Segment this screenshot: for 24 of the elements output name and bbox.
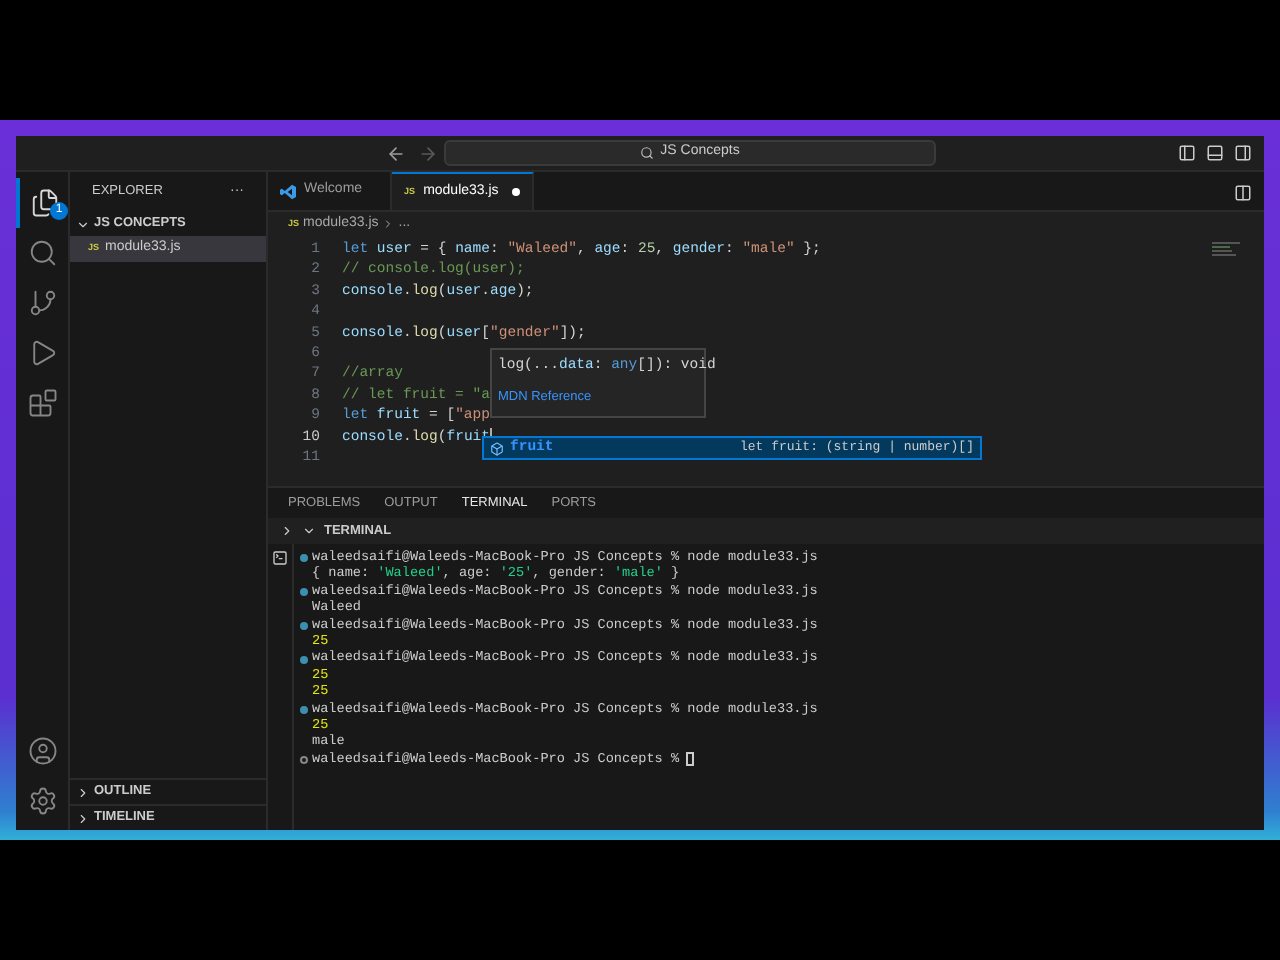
files-icon[interactable] [29, 188, 59, 218]
toggle-panel-icon[interactable] [1206, 144, 1224, 162]
chevron-right-icon[interactable] [76, 785, 90, 799]
chevron-down-icon[interactable] [302, 524, 316, 538]
minimap-drawing [1212, 242, 1244, 258]
search-icon[interactable] [27, 238, 57, 268]
forward-arrow-icon[interactable] [418, 144, 438, 164]
chevron-right-icon[interactable] [280, 524, 294, 538]
chevron-right-icon[interactable] [76, 811, 90, 825]
toggle-secondary-sidebar-icon[interactable] [1234, 144, 1252, 162]
run-debug-icon[interactable] [27, 338, 57, 368]
account-icon[interactable] [27, 736, 57, 766]
settings-icon[interactable] [27, 786, 57, 816]
extensions-icon[interactable] [27, 388, 57, 418]
split-editor-icon[interactable] [1234, 184, 1252, 202]
back-arrow-icon[interactable] [386, 144, 406, 164]
source-control-icon[interactable] [27, 288, 57, 318]
chevron-down-icon[interactable] [76, 217, 90, 231]
search-icon [640, 146, 655, 160]
chevron-right-icon [382, 218, 395, 230]
terminal-icon[interactable] [272, 550, 288, 566]
toggle-sidebar-icon[interactable] [1178, 144, 1196, 162]
vscode-logo-icon [280, 183, 296, 199]
variable-icon [490, 441, 504, 455]
